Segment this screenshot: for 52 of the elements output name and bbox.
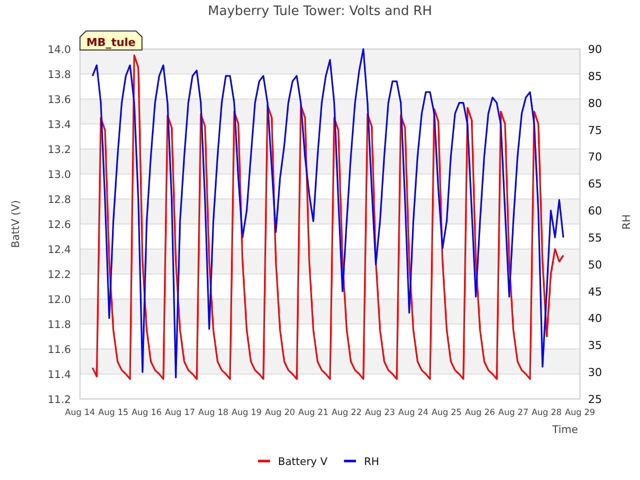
y-tick-label: 12.0	[48, 294, 71, 306]
y2-tick-label: 90	[588, 43, 602, 56]
x-tick-label: Aug 19	[232, 408, 262, 418]
x-tick-label: Aug 27	[498, 408, 528, 418]
y2-tick-label: 50	[588, 258, 602, 272]
y2-tick-label: 35	[588, 339, 602, 352]
x-tick-label: Aug 29	[564, 408, 596, 418]
x-axis-label: Time	[552, 424, 578, 436]
x-tick-label: Aug 15	[98, 408, 128, 418]
legend-label: RH	[364, 456, 380, 468]
x-tick-label: Aug 16	[132, 408, 162, 418]
y2-tick-label: 80	[588, 96, 602, 110]
y2-tick-label: 25	[588, 393, 602, 406]
y-tick-label: 13.0	[48, 169, 71, 181]
y2-tick-label: 85	[588, 70, 602, 83]
legend-label: Battery V	[278, 456, 328, 468]
x-tick-label: Aug 24	[398, 408, 428, 418]
x-tick-label: Aug 23	[364, 408, 396, 418]
y2-tick-label: 40	[588, 312, 602, 326]
y2-tick-label: 55	[588, 231, 602, 244]
y-tick-label: 12.6	[48, 219, 71, 231]
y-tick-label: 13.8	[48, 69, 71, 81]
x-tick-label: Aug 14	[64, 408, 96, 418]
y2-tick-label: 60	[588, 204, 602, 218]
badge-tag: MB_tule	[80, 30, 142, 50]
x-tick-label: Aug 25	[432, 408, 462, 418]
x-tick-label: Aug 18	[198, 408, 228, 418]
y-tick-label: 14.0	[48, 44, 71, 56]
x-tick-label: Aug 21	[298, 408, 328, 418]
y-axis-label: BattV (V)	[10, 200, 22, 248]
y-tick-label: 13.6	[48, 94, 71, 106]
y-tick-label: 11.4	[48, 369, 71, 381]
y-tick-label: 13.4	[48, 119, 71, 131]
y-tick-label: 11.2	[48, 394, 71, 406]
y2-tick-label: 45	[588, 285, 602, 298]
y-tick-label: 12.2	[48, 269, 71, 281]
y2-tick-label: 75	[588, 124, 602, 137]
x-tick-label: Aug 17	[164, 408, 196, 418]
y-tick-label: 13.2	[48, 144, 71, 156]
y-tick-label: 12.4	[48, 244, 71, 256]
y2-axis-label: RH	[621, 214, 633, 230]
y-tick-label: 11.8	[48, 319, 71, 331]
x-tick-label: Aug 28	[532, 408, 562, 418]
y2-tick-label: 65	[588, 178, 602, 191]
x-tick-label: Aug 22	[332, 408, 362, 418]
y2-tick-label: 30	[588, 366, 602, 380]
y2-tick-label: 70	[588, 150, 602, 164]
x-tick-label: Aug 26	[464, 408, 496, 418]
chart-title: Mayberry Tule Tower: Volts and RH	[208, 4, 432, 19]
y-tick-label: 12.8	[48, 194, 71, 206]
y-tick-label: 11.6	[48, 344, 71, 356]
x-tick-label: Aug 20	[264, 408, 296, 418]
